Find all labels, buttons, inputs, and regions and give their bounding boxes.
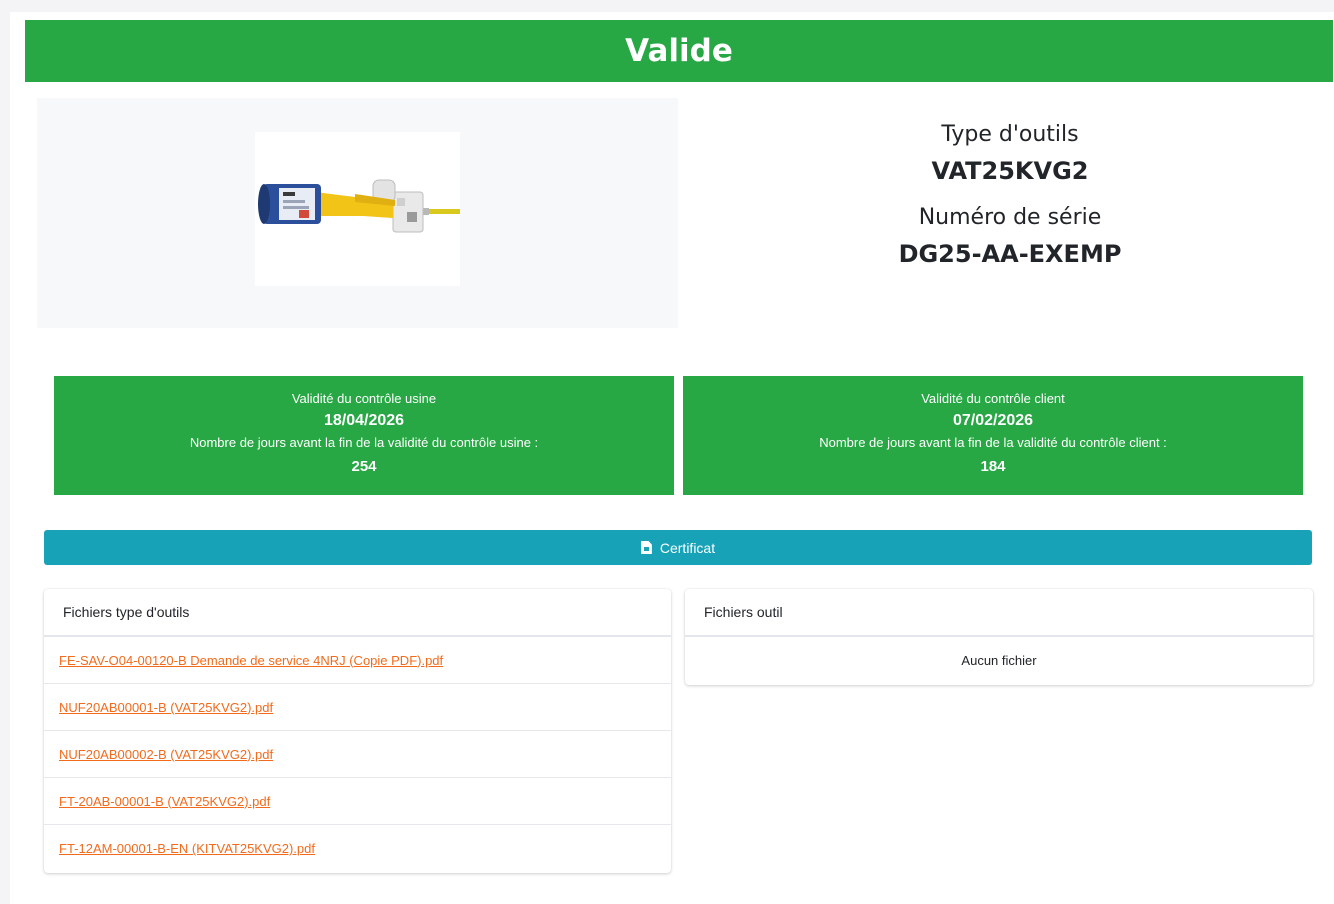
tool-photo-panel <box>37 98 678 328</box>
status-text: Valide <box>625 33 733 69</box>
client-validity-panel: Validité du contrôle client 07/02/2026 N… <box>683 376 1303 495</box>
factory-validity-panel: Validité du contrôle usine 18/04/2026 No… <box>54 376 674 495</box>
file-pdf-icon <box>640 541 652 554</box>
tool-files-card: Fichiers outil Aucun fichier <box>685 589 1313 685</box>
client-validity-title: Validité du contrôle client <box>921 390 1065 406</box>
client-days-count: 184 <box>980 457 1006 475</box>
tool-type-files-card: Fichiers type d'outils FE-SAV-O04-00120-… <box>44 589 671 873</box>
file-link[interactable]: FE-SAV-O04-00120-B Demande de service 4N… <box>59 653 443 668</box>
file-link[interactable]: NUF20AB00001-B (VAT25KVG2).pdf <box>59 700 273 715</box>
tool-type-files-header: Fichiers type d'outils <box>44 589 671 637</box>
file-row: NUF20AB00001-B (VAT25KVG2).pdf <box>44 684 671 731</box>
factory-days-count: 254 <box>351 457 377 475</box>
file-link[interactable]: NUF20AB00002-B (VAT25KVG2).pdf <box>59 747 273 762</box>
file-row: FT-20AB-00001-B (VAT25KVG2).pdf <box>44 778 671 825</box>
serial-number-value: DG25-AA-EXEMP <box>898 240 1122 268</box>
file-row: FE-SAV-O04-00120-B Demande de service 4N… <box>44 637 671 684</box>
status-banner: Valide <box>25 20 1333 82</box>
factory-validity-date: 18/04/2026 <box>323 411 405 429</box>
certificate-button-label: Certificat <box>659 539 716 556</box>
no-files-message: Aucun fichier <box>961 653 1037 668</box>
tool-type-value: VAT25KVG2 <box>931 157 1089 185</box>
voltage-tester-image <box>258 179 460 233</box>
factory-days-label: Nombre de jours avant la fin de la valid… <box>189 434 539 450</box>
tool-photo <box>255 132 460 286</box>
tool-type-label: Type d'outils <box>941 122 1079 147</box>
page: Valide Type d'outils VAT25KVG2 Numéro de… <box>10 12 1334 904</box>
tool-files-header: Fichiers outil <box>685 589 1313 637</box>
file-link[interactable]: FT-20AB-00001-B (VAT25KVG2).pdf <box>59 794 270 809</box>
tool-info: Type d'outils VAT25KVG2 Numéro de série … <box>690 122 1330 268</box>
file-link[interactable]: FT-12AM-00001-B-EN (KITVAT25KVG2).pdf <box>59 841 315 856</box>
factory-validity-title: Validité du contrôle usine <box>291 390 437 406</box>
serial-number-label: Numéro de série <box>918 205 1102 230</box>
certificate-button[interactable]: Certificat <box>44 530 1312 565</box>
client-days-label: Nombre de jours avant la fin de la valid… <box>819 434 1167 450</box>
file-row: NUF20AB00002-B (VAT25KVG2).pdf <box>44 731 671 778</box>
file-row: FT-12AM-00001-B-EN (KITVAT25KVG2).pdf <box>44 825 671 872</box>
client-validity-date: 07/02/2026 <box>952 411 1034 429</box>
